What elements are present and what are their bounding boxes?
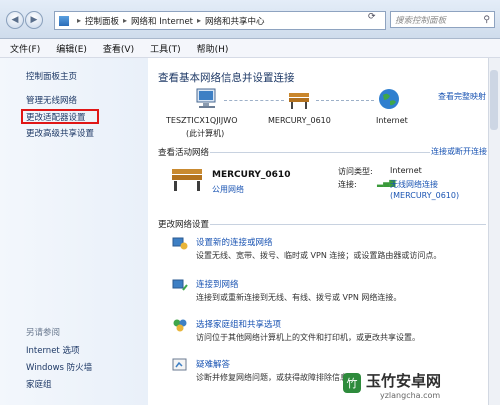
scrollbar-thumb[interactable] xyxy=(490,70,498,130)
connection-line xyxy=(316,100,374,101)
task-troubleshoot[interactable]: 疑难解答 xyxy=(196,358,230,370)
connect-disconnect-link[interactable]: 连接或断开连接 xyxy=(431,146,487,157)
chevron-right-icon: ▸ xyxy=(123,16,128,25)
breadcrumb-control-panel[interactable]: 控制面板 xyxy=(85,15,119,27)
search-placeholder: 搜索控制面板 xyxy=(395,15,447,26)
connect-network-icon xyxy=(172,278,188,292)
sidebar-manage-wireless[interactable]: 管理无线网络 xyxy=(26,94,77,106)
divider xyxy=(210,152,430,153)
wireless-connection-sub[interactable]: (MERCURY_0610) xyxy=(390,191,459,200)
see-also-header: 另请参阅 xyxy=(26,328,61,338)
sidebar-control-panel-home[interactable]: 控制面板主页 xyxy=(26,70,77,82)
main-panel: 查看基本网络信息并设置连接 查看完整映射 TESZTICX1QJIJWO (此计… xyxy=(148,58,500,405)
svg-text:竹: 竹 xyxy=(347,376,358,390)
address-bar[interactable]: ▸ 控制面板 ▸ 网络和 Internet ▸ 网络和共享中心 xyxy=(54,11,386,30)
network-type-link[interactable]: 公用网络 xyxy=(212,184,244,195)
menu-view[interactable]: 查看(V) xyxy=(103,42,134,55)
menu-help[interactable]: 帮助(H) xyxy=(197,42,229,55)
sidebar-advanced-sharing[interactable]: 更改高级共享设置 xyxy=(26,127,94,139)
breadcrumb-network-internet[interactable]: 网络和 Internet xyxy=(131,15,193,27)
divider xyxy=(210,224,486,225)
refresh-icon[interactable]: ⟳ xyxy=(368,12,376,22)
watermark-url: yzlangcha.com xyxy=(380,391,441,400)
watermark-brand: 玉竹安卓网 xyxy=(366,372,442,390)
menu-file[interactable]: 文件(F) xyxy=(10,42,40,55)
chevron-right-icon: ▸ xyxy=(77,16,82,25)
router-bench-icon xyxy=(286,90,312,110)
node-internet-name: Internet xyxy=(376,116,408,125)
task-connect-network[interactable]: 连接到网络 xyxy=(196,278,239,290)
view-full-map-link[interactable]: 查看完整映射 xyxy=(438,91,486,102)
search-input[interactable]: 搜索控制面板 ⚲ xyxy=(390,11,495,28)
task-homegroup-sharing[interactable]: 选择家庭组和共享选项 xyxy=(196,318,281,330)
task-setup-connection[interactable]: 设置新的连接或网络 xyxy=(196,236,273,248)
network-name: MERCURY_0610 xyxy=(212,170,291,180)
menu-bar: 文件(F) 编辑(E) 查看(V) 工具(T) 帮助(H) xyxy=(0,39,500,58)
connection-line xyxy=(224,100,284,101)
change-settings-header: 更改网络设置 xyxy=(158,220,210,230)
homegroup-icon xyxy=(172,318,188,332)
control-panel-icon xyxy=(59,15,69,26)
sidebar-windows-firewall[interactable]: Windows 防火墙 xyxy=(26,361,92,373)
node-router-name: MERCURY_0610 xyxy=(268,116,331,125)
node-computer-sub: (此计算机) xyxy=(186,129,225,138)
active-networks-header: 查看活动网络 xyxy=(158,148,210,158)
chevron-right-icon: ▸ xyxy=(197,16,202,25)
wireless-connection-link[interactable]: 无线网络连接 xyxy=(390,179,438,190)
access-type-label: 访问类型: xyxy=(338,167,373,176)
page-title: 查看基本网络信息并设置连接 xyxy=(158,72,295,84)
computer-icon xyxy=(194,88,220,110)
watermark-logo-icon: 竹 xyxy=(342,372,362,394)
new-connection-icon xyxy=(172,236,188,250)
network-bench-icon xyxy=(170,166,204,192)
address-toolbar: ◀ ▶ ▸ 控制面板 ▸ 网络和 Internet ▸ 网络和共享中心 ⟳ 搜索… xyxy=(0,0,500,39)
task-connect-network-desc: 连接到或重新连接到无线、有线、拨号或 VPN 网络连接。 xyxy=(196,293,402,302)
sidebar-internet-options[interactable]: Internet 选项 xyxy=(26,344,79,356)
menu-edit[interactable]: 编辑(E) xyxy=(56,42,87,55)
task-homegroup-sharing-desc: 访问位于其他网络计算机上的文件和打印机，或更改共享设置。 xyxy=(196,333,420,342)
forward-button[interactable]: ▶ xyxy=(25,11,43,29)
troubleshoot-icon xyxy=(172,358,188,372)
node-computer-name: TESZTICX1QJIJWO xyxy=(166,116,238,125)
sidebar-homegroup[interactable]: 家庭组 xyxy=(26,378,52,390)
menu-tools[interactable]: 工具(T) xyxy=(150,42,181,55)
connection-label: 连接: xyxy=(338,180,357,189)
globe-icon xyxy=(378,88,400,110)
access-type-value: Internet xyxy=(390,166,422,175)
search-icon[interactable]: ⚲ xyxy=(483,15,490,25)
task-setup-connection-desc: 设置无线、宽带、拨号、临时或 VPN 连接；或设置路由器或访问点。 xyxy=(196,251,442,260)
breadcrumb-network-sharing-center[interactable]: 网络和共享中心 xyxy=(205,15,265,27)
back-button[interactable]: ◀ xyxy=(6,11,24,29)
task-troubleshoot-desc: 诊断并修复网络问题，或获得故障排除信息。 xyxy=(196,373,356,382)
resize-grip[interactable] xyxy=(488,399,500,405)
highlight-box xyxy=(21,109,99,124)
